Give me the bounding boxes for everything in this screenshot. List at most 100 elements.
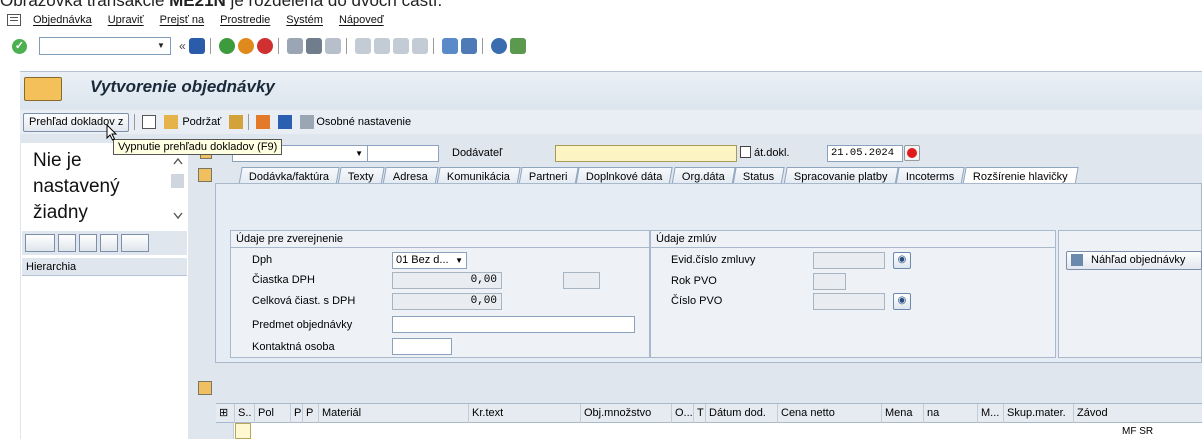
menu-napoved[interactable]: Nápoveď <box>339 14 384 26</box>
col-delivery-date[interactable]: Dátum dod. <box>705 404 777 423</box>
status-light-icon[interactable] <box>904 145 920 161</box>
copy-icon[interactable] <box>58 234 76 252</box>
header-toggle-icon[interactable] <box>198 168 212 182</box>
menu-system[interactable]: Systém <box>286 14 323 26</box>
contract-number-label: Evid.číslo zmluvy <box>671 254 756 266</box>
save-icon[interactable] <box>188 38 205 54</box>
selection-variant-icon[interactable] <box>25 234 55 252</box>
next-page-icon[interactable] <box>392 38 409 54</box>
refresh-icon[interactable] <box>79 234 97 252</box>
contracts-group-title: Údaje zmlúv <box>651 231 1055 248</box>
menu-prejst-na[interactable]: Prejsť na <box>160 14 204 26</box>
no-layout-message: Nie je nastavený žiadny <box>33 150 120 223</box>
find-icon[interactable] <box>305 38 322 54</box>
collapse-icon[interactable]: « <box>179 39 186 53</box>
menu-prostredie[interactable]: Prostredie <box>220 14 270 26</box>
preview-group <box>1058 230 1202 358</box>
mouse-cursor-icon <box>106 124 118 141</box>
table-row[interactable]: MF SR <box>216 423 1202 439</box>
display-icon[interactable]: ◉ <box>893 293 911 310</box>
hold-button[interactable]: Podržať <box>182 116 221 128</box>
col-net-price[interactable]: Cena netto <box>777 404 881 423</box>
messages-icon[interactable] <box>256 115 271 129</box>
table-settings-icon[interactable]: ⊞ <box>216 404 234 423</box>
col-unit[interactable]: O... <box>671 404 693 423</box>
application-toolbar: Prehľad dokladov z Podržať Osobné nastav… <box>20 110 1202 134</box>
contact-person-label: Kontaktná osoba <box>252 341 335 353</box>
col-short-text[interactable]: Kr.text <box>468 404 580 423</box>
vat-amount-field: 0,00 <box>392 272 502 289</box>
app-menu-icon[interactable] <box>24 77 62 101</box>
last-page-icon[interactable] <box>411 38 428 54</box>
left-panel-scrollbar[interactable] <box>170 155 186 225</box>
settings-icon[interactable] <box>300 115 315 129</box>
display-icon[interactable]: ◉ <box>893 252 911 269</box>
matchcode-icon[interactable] <box>740 146 751 158</box>
hierarchy-header: Hierarchia <box>22 258 187 276</box>
layout-menu-icon[interactable] <box>509 38 526 54</box>
pvo-year-field <box>813 273 846 290</box>
col-per[interactable]: na <box>923 404 977 423</box>
command-field[interactable]: ▼ <box>39 37 171 55</box>
separator <box>209 38 211 54</box>
search-icon[interactable] <box>100 234 118 252</box>
doc-number-field[interactable] <box>367 145 439 162</box>
col-quantity[interactable]: Obj.množstvo <box>580 404 671 423</box>
print-icon[interactable] <box>286 38 303 54</box>
tooltip: Vypnutie prehľadu dokladov (F9) <box>113 139 283 155</box>
shortcut-icon[interactable] <box>460 38 477 54</box>
col-currency[interactable]: Mena <box>881 404 923 423</box>
dph-select[interactable]: 01 Bez d... ▼ <box>392 252 467 269</box>
new-document-icon[interactable] <box>142 115 157 129</box>
menu-bar: Objednávka Upraviť Prejsť na Prostredie … <box>0 10 1202 30</box>
col-item[interactable]: Pol <box>254 404 290 423</box>
supplier-label: Dodávateľ <box>452 147 503 159</box>
col-material[interactable]: Materiál <box>318 404 468 423</box>
enter-check-icon[interactable]: ✓ <box>12 38 27 54</box>
new-session-icon[interactable] <box>441 38 458 54</box>
col-plant[interactable]: Závod <box>1073 404 1202 423</box>
col-m[interactable]: M... <box>977 404 1003 423</box>
layout-icon[interactable] <box>121 234 149 252</box>
prev-page-icon[interactable] <box>373 38 390 54</box>
publication-group-title: Údaje pre zverejnenie <box>231 231 649 248</box>
order-subject-input[interactable] <box>392 316 635 333</box>
separator <box>248 114 250 130</box>
exit-icon[interactable] <box>237 38 254 54</box>
row-status-cell[interactable] <box>235 423 251 439</box>
doc-date-label: át.dokl. <box>754 147 790 159</box>
doc-date-input[interactable]: 21.05.2024 <box>827 145 903 162</box>
col-p1[interactable]: P <box>290 404 302 423</box>
row-selector[interactable] <box>216 423 234 439</box>
back-icon[interactable] <box>218 38 235 54</box>
check-icon[interactable] <box>229 115 244 129</box>
col-t[interactable]: T <box>693 404 705 423</box>
chevron-down-icon[interactable]: ▼ <box>355 146 363 161</box>
items-toggle-icon[interactable] <box>198 381 212 395</box>
supplier-input[interactable] <box>555 145 737 162</box>
contact-person-input[interactable] <box>392 338 452 355</box>
chevron-down-icon[interactable]: ▼ <box>152 38 170 54</box>
personal-settings-button[interactable]: Osobné nastavenie <box>316 116 411 128</box>
cancel-icon[interactable] <box>256 38 273 54</box>
separator <box>432 38 434 54</box>
chevron-down-icon[interactable]: ▼ <box>455 253 463 268</box>
contract-number-field <box>813 252 885 269</box>
dph-label: Dph <box>252 254 273 266</box>
menu-objednavka[interactable]: Objednávka <box>33 14 92 26</box>
other-document-icon[interactable] <box>164 115 179 129</box>
caption-prefix: Obrazovka transakcie <box>0 0 170 10</box>
find-next-icon[interactable] <box>324 38 341 54</box>
info-icon[interactable] <box>278 115 293 129</box>
order-preview-button[interactable]: Náhľad objednávky <box>1066 251 1202 270</box>
col-status[interactable]: S.. <box>234 404 254 423</box>
dph-value: 01 Bez d... <box>396 254 449 266</box>
menu-upravit[interactable]: Upraviť <box>108 14 144 26</box>
col-material-group[interactable]: Skup.mater. <box>1003 404 1073 423</box>
col-p2[interactable]: P <box>302 404 318 423</box>
menu-icon[interactable] <box>7 14 21 26</box>
first-page-icon[interactable] <box>354 38 371 54</box>
caption-bold: ME21N <box>169 0 226 10</box>
page-title: Vytvorenie objednávky <box>90 77 275 96</box>
help-icon[interactable] <box>490 38 507 54</box>
